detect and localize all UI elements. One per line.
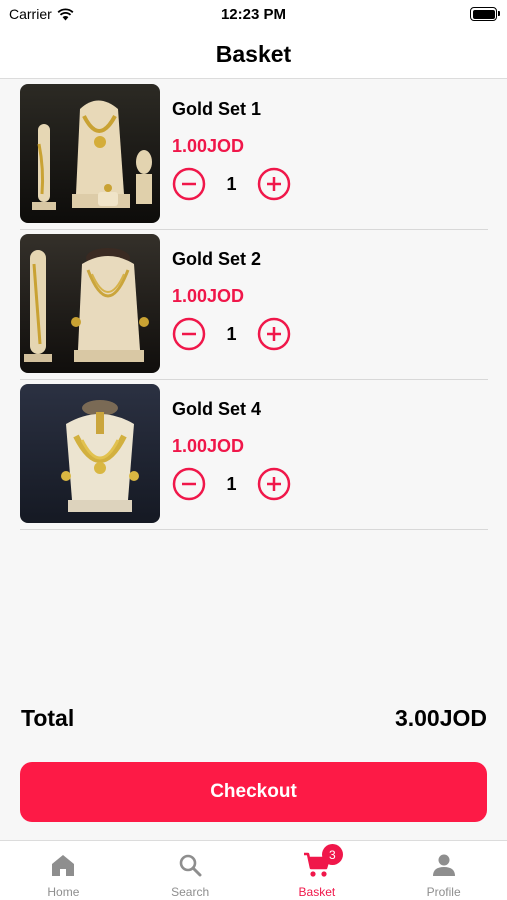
tab-label: Home <box>47 885 80 899</box>
tab-search[interactable]: Search <box>127 841 254 900</box>
cart-count-badge: 3 <box>321 844 343 865</box>
quantity-value: 1 <box>226 173 237 194</box>
cart-item: Gold Set 4 1.00JOD 1 <box>20 380 488 530</box>
checkout-button[interactable]: Checkout <box>20 762 487 822</box>
person-icon <box>432 854 455 876</box>
item-price: 1.00JOD <box>172 436 245 456</box>
decrease-quantity-button[interactable] <box>172 317 206 351</box>
product-image[interactable] <box>20 234 160 373</box>
item-name: Gold Set 1 <box>172 99 262 119</box>
quantity-stepper: 1 <box>172 317 291 351</box>
item-info: Gold Set 1 1.00JOD 1 <box>172 99 291 201</box>
tab-label: Search <box>171 885 210 899</box>
cart-item: Gold Set 2 1.00JOD 1 <box>20 230 488 380</box>
page-title: Basket <box>215 40 292 67</box>
product-image[interactable] <box>20 84 160 223</box>
item-info: Gold Set 2 1.00JOD 1 <box>172 249 291 351</box>
tab-label: Basket <box>298 885 336 899</box>
tab-profile[interactable]: Profile <box>380 841 507 900</box>
battery-icon <box>470 7 500 21</box>
quantity-value: 1 <box>226 473 237 494</box>
item-name: Gold Set 2 <box>172 249 262 269</box>
nav-header: Basket <box>0 30 507 79</box>
quantity-stepper: 1 <box>172 167 291 201</box>
item-price: 1.00JOD <box>172 286 245 306</box>
home-icon <box>52 855 75 876</box>
quantity-stepper: 1 <box>172 467 291 501</box>
item-info: Gold Set 4 1.00JOD 1 <box>172 399 291 501</box>
status-time: 12:23 PM <box>220 6 287 23</box>
search-icon <box>179 854 202 877</box>
quantity-value: 1 <box>226 323 237 344</box>
tab-bar: Home Search 3 Basket Profile <box>0 840 507 900</box>
item-name: Gold Set 4 <box>172 399 262 419</box>
total-value: 3.00JOD <box>394 705 487 731</box>
status-bar: Carrier 12:23 PM <box>0 0 507 30</box>
cart-item: Gold Set 1 1.00JOD 1 <box>20 80 488 230</box>
decrease-quantity-button[interactable] <box>172 467 206 501</box>
increase-quantity-button[interactable] <box>257 317 291 351</box>
item-price: 1.00JOD <box>172 136 245 156</box>
product-image[interactable] <box>20 384 160 523</box>
tab-basket[interactable]: 3 Basket <box>254 841 381 900</box>
tab-label: Profile <box>426 885 461 899</box>
increase-quantity-button[interactable] <box>257 467 291 501</box>
tab-home[interactable]: Home <box>0 841 127 900</box>
cart-list: Gold Set 1 1.00JOD 1 Gold Set 2 1.00JOD … <box>20 80 488 530</box>
increase-quantity-button[interactable] <box>257 167 291 201</box>
decrease-quantity-button[interactable] <box>172 167 206 201</box>
total-label: Total <box>21 705 75 731</box>
